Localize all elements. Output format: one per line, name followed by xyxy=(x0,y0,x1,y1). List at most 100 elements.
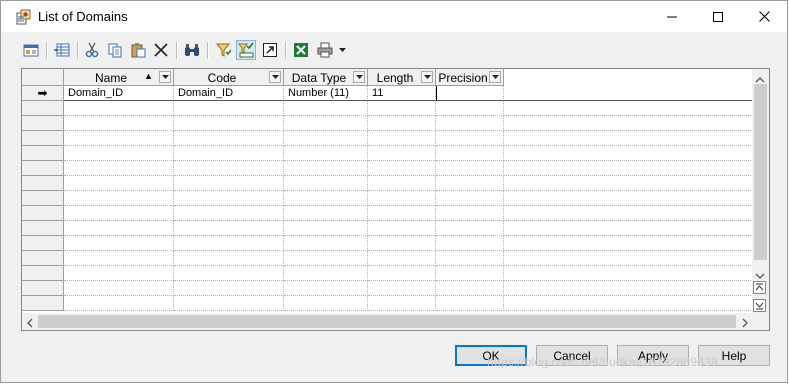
column-dropdown[interactable] xyxy=(353,71,365,83)
empty-cell[interactable] xyxy=(64,101,174,116)
empty-cell[interactable] xyxy=(284,101,368,116)
row-header[interactable] xyxy=(22,206,64,221)
row-header[interactable] xyxy=(22,161,64,176)
cell-length[interactable]: 11 xyxy=(368,86,436,101)
column-dropdown[interactable] xyxy=(489,71,501,83)
open-button[interactable] xyxy=(260,40,280,60)
column-header-name[interactable]: Name ▲ xyxy=(64,69,174,86)
empty-cell[interactable] xyxy=(174,251,284,266)
empty-cell[interactable] xyxy=(174,236,284,251)
row-header[interactable] xyxy=(22,191,64,206)
empty-cell[interactable] xyxy=(504,266,753,281)
empty-cell[interactable] xyxy=(368,221,436,236)
empty-cell[interactable] xyxy=(64,176,174,191)
empty-row[interactable] xyxy=(22,146,753,161)
empty-cell[interactable] xyxy=(284,191,368,206)
empty-row[interactable] xyxy=(22,101,753,116)
empty-cell[interactable] xyxy=(368,266,436,281)
empty-cell[interactable] xyxy=(64,296,174,311)
empty-cell[interactable] xyxy=(64,221,174,236)
empty-cell[interactable] xyxy=(436,296,504,311)
empty-cell[interactable] xyxy=(368,131,436,146)
close-button[interactable] xyxy=(741,1,787,32)
empty-cell[interactable] xyxy=(504,251,753,266)
row-header[interactable] xyxy=(22,101,64,116)
print-button[interactable] xyxy=(315,40,335,60)
empty-cell[interactable] xyxy=(284,266,368,281)
column-filter-button[interactable] xyxy=(236,40,256,60)
properties-button[interactable] xyxy=(21,40,41,60)
row-header[interactable] xyxy=(22,176,64,191)
empty-row[interactable] xyxy=(22,266,753,281)
empty-cell[interactable] xyxy=(504,176,753,191)
empty-cell[interactable] xyxy=(368,206,436,221)
empty-cell[interactable] xyxy=(504,296,753,311)
empty-cell[interactable] xyxy=(436,221,504,236)
empty-row[interactable] xyxy=(22,296,753,311)
row-header[interactable] xyxy=(22,251,64,266)
empty-cell[interactable] xyxy=(64,266,174,281)
row-header[interactable] xyxy=(22,146,64,161)
empty-cell[interactable] xyxy=(504,146,753,161)
title-bar[interactable]: List of Domains xyxy=(1,1,787,32)
empty-cell[interactable] xyxy=(368,251,436,266)
empty-row[interactable] xyxy=(22,161,753,176)
empty-cell[interactable] xyxy=(504,116,753,131)
empty-cell[interactable] xyxy=(504,281,753,296)
row-header[interactable] xyxy=(22,296,64,311)
empty-cell[interactable] xyxy=(368,236,436,251)
column-header-data-type[interactable]: Data Type xyxy=(284,69,368,86)
empty-cell[interactable] xyxy=(504,131,753,146)
horizontal-scroll-thumb[interactable] xyxy=(38,315,736,328)
empty-cell[interactable] xyxy=(436,146,504,161)
empty-cell[interactable] xyxy=(436,176,504,191)
empty-cell[interactable] xyxy=(174,191,284,206)
empty-cell[interactable] xyxy=(504,221,753,236)
empty-cell[interactable] xyxy=(504,236,753,251)
cut-button[interactable] xyxy=(82,40,102,60)
scroll-right-icon[interactable] xyxy=(742,317,749,330)
vertical-scroll-thumb[interactable] xyxy=(754,84,767,260)
empty-cell[interactable] xyxy=(64,131,174,146)
empty-cell[interactable] xyxy=(284,221,368,236)
empty-cell[interactable] xyxy=(504,161,753,176)
empty-cell[interactable] xyxy=(174,206,284,221)
empty-cell[interactable] xyxy=(436,206,504,221)
empty-cell[interactable] xyxy=(174,221,284,236)
empty-cell[interactable] xyxy=(368,161,436,176)
empty-row[interactable] xyxy=(22,206,753,221)
scroll-top-button[interactable] xyxy=(753,281,766,294)
empty-cell[interactable] xyxy=(284,161,368,176)
empty-row[interactable] xyxy=(22,281,753,296)
empty-row[interactable] xyxy=(22,251,753,266)
empty-cell[interactable] xyxy=(436,101,504,116)
delete-button[interactable] xyxy=(151,40,171,60)
empty-cell[interactable] xyxy=(64,236,174,251)
empty-cell[interactable] xyxy=(368,146,436,161)
scroll-left-icon[interactable] xyxy=(26,317,33,330)
empty-cell[interactable] xyxy=(174,161,284,176)
empty-cell[interactable] xyxy=(64,206,174,221)
empty-cell[interactable] xyxy=(436,251,504,266)
empty-cell[interactable] xyxy=(436,161,504,176)
paste-button[interactable] xyxy=(128,40,148,60)
row-header[interactable] xyxy=(22,266,64,281)
row-header[interactable] xyxy=(22,281,64,296)
empty-cell[interactable] xyxy=(64,281,174,296)
minimize-button[interactable] xyxy=(649,1,695,32)
column-dropdown[interactable] xyxy=(421,71,433,83)
empty-cell[interactable] xyxy=(368,101,436,116)
empty-cell[interactable] xyxy=(504,206,753,221)
empty-cell[interactable] xyxy=(284,251,368,266)
empty-cell[interactable] xyxy=(284,146,368,161)
empty-cell[interactable] xyxy=(368,176,436,191)
empty-cell[interactable] xyxy=(284,131,368,146)
domains-grid[interactable]: Name ▲ Code Data Type Length Precision ➡… xyxy=(21,68,770,331)
empty-cell[interactable] xyxy=(284,116,368,131)
column-header-length[interactable]: Length xyxy=(368,69,436,86)
empty-cell[interactable] xyxy=(436,116,504,131)
empty-cell[interactable] xyxy=(436,236,504,251)
find-button[interactable] xyxy=(182,40,202,60)
empty-cell[interactable] xyxy=(174,146,284,161)
print-dropdown-button[interactable] xyxy=(337,40,349,60)
